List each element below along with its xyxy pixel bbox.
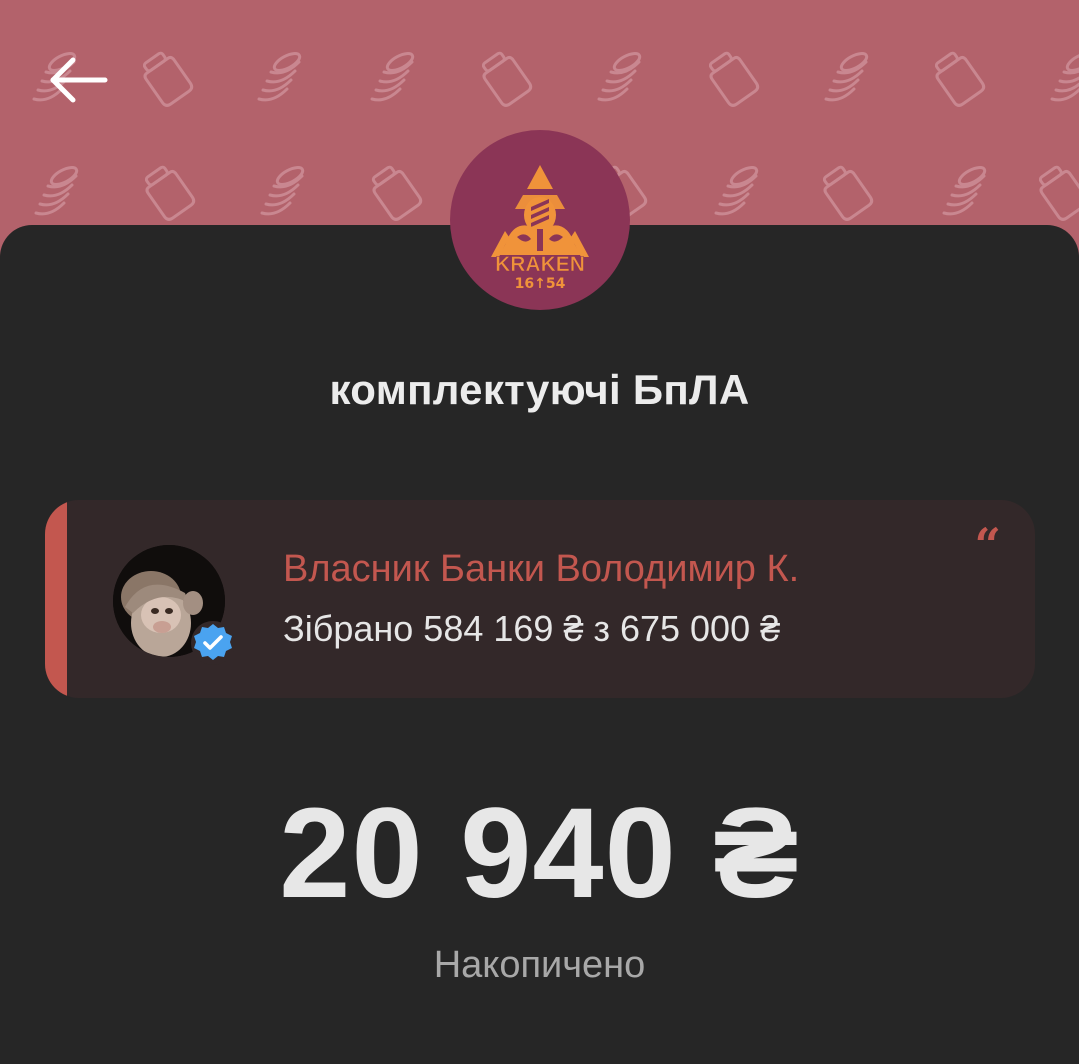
balance-amount: 20 940 ₴	[279, 782, 800, 925]
back-button[interactable]	[40, 48, 116, 112]
arrow-left-icon	[50, 57, 108, 103]
collected-progress-text: Зібрано 584 169 ₴ з 675 000 ₴	[283, 608, 781, 649]
balance-label: Накопичено	[433, 944, 646, 986]
owner-card[interactable]: “ Власник Банки Володимир К. Зібрано 584…	[45, 500, 1035, 698]
verified-badge-icon	[191, 621, 235, 665]
jar-screen: KRAKEN 16↑54 комплектуючі БпЛА “ Власник…	[0, 0, 1079, 1064]
logo-subtext: 16↑54	[515, 276, 566, 292]
pattern-row-1	[32, 47, 1079, 109]
kraken-logo-icon: KRAKEN 16↑54	[491, 165, 589, 292]
jar-logo: KRAKEN 16↑54	[450, 130, 630, 310]
owner-card-accent	[45, 500, 67, 698]
logo-wordmark: KRAKEN	[495, 253, 585, 276]
owner-name: Власник Банки Володимир К.	[283, 548, 800, 590]
jar-title: комплектуючі БпЛА	[329, 366, 750, 413]
quote-icon: “	[974, 518, 1001, 572]
